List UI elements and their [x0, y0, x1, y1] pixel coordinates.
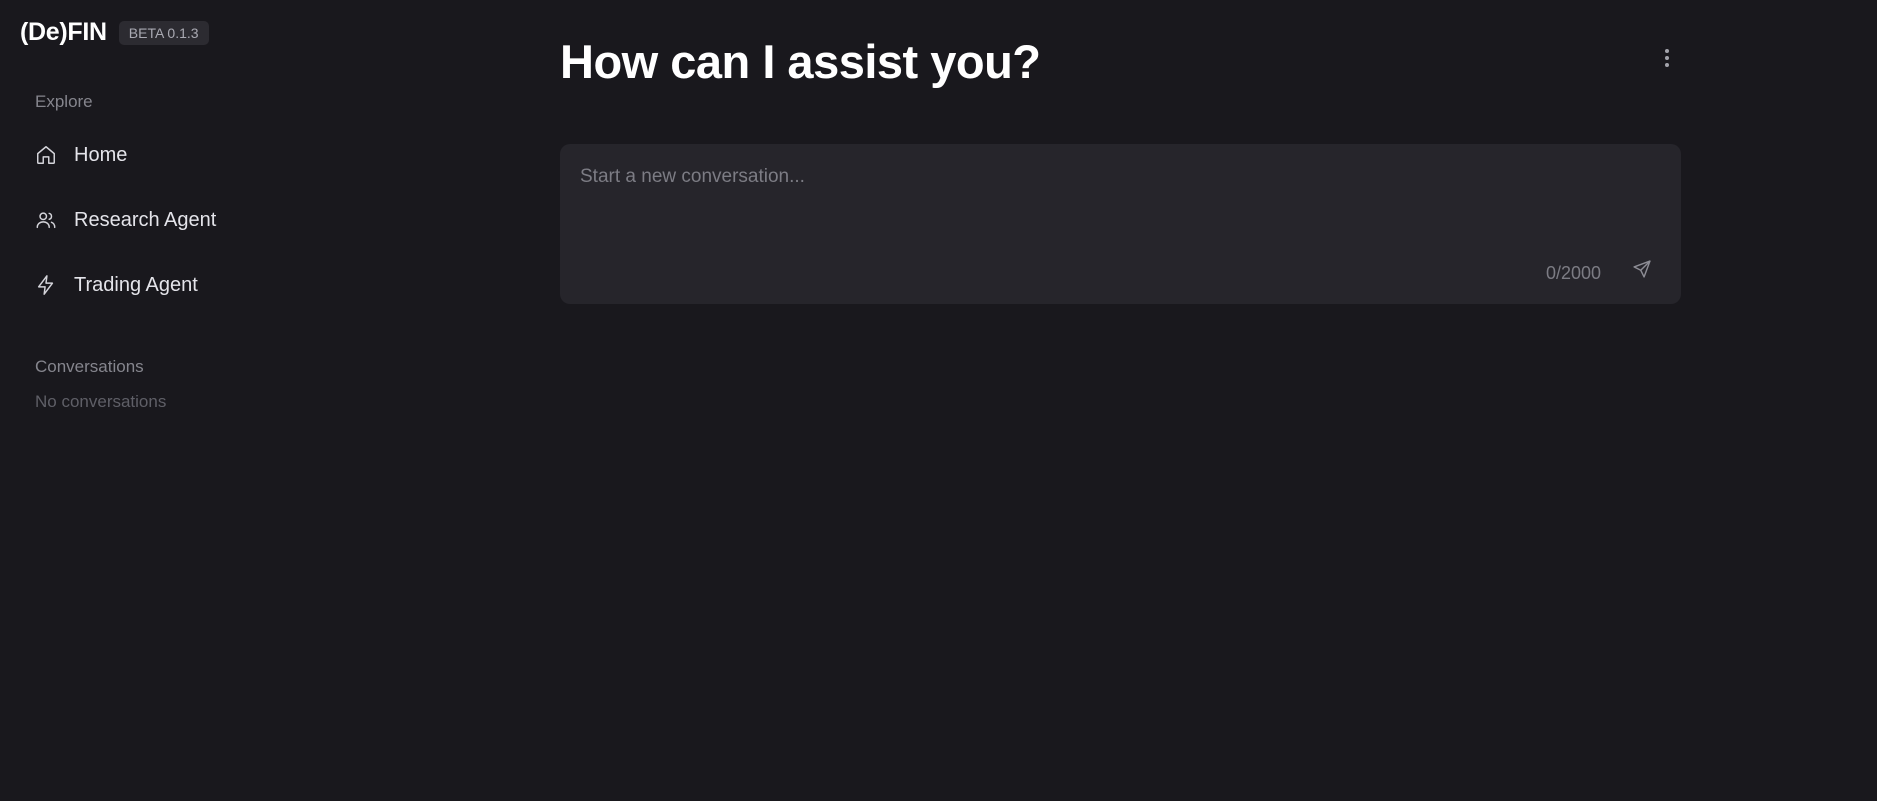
app-root: (De)FIN BETA 0.1.3 Explore Home Research… [0, 0, 1877, 801]
home-icon [34, 143, 58, 167]
users-icon [34, 208, 58, 232]
send-button[interactable] [1629, 258, 1655, 284]
sidebar-item-label: Trading Agent [74, 273, 198, 296]
version-badge: BETA 0.1.3 [118, 20, 209, 45]
character-counter: 0/2000 [1545, 263, 1601, 283]
brand[interactable]: (De)FIN BETA 0.1.3 [20, 18, 209, 47]
sidebar-item-label: Research Agent [74, 208, 217, 231]
sidebar-item-home[interactable]: Home [24, 130, 284, 180]
message-input[interactable] [580, 166, 1660, 246]
explore-section-label: Explore [35, 92, 93, 111]
send-icon [1632, 259, 1652, 284]
sidebar-item-trading-agent[interactable]: Trading Agent [24, 260, 284, 310]
sidebar-item-research-agent[interactable]: Research Agent [24, 195, 284, 245]
more-options-button[interactable] [1652, 45, 1682, 75]
sidebar: (De)FIN BETA 0.1.3 Explore Home Research… [0, 0, 300, 801]
page-title: How can I assist you? [560, 35, 1041, 88]
sidebar-item-label: Home [74, 143, 128, 166]
conversations-empty-text: No conversations [35, 392, 167, 411]
message-composer: 0/2000 [560, 144, 1681, 304]
lightning-icon [34, 273, 58, 297]
conversations-section-label: Conversations [35, 357, 144, 376]
app-logo[interactable]: (De)FIN [20, 18, 107, 47]
more-vertical-icon [1664, 48, 1670, 73]
sidebar-nav: Home Research Agent Trading Agent [24, 130, 284, 325]
